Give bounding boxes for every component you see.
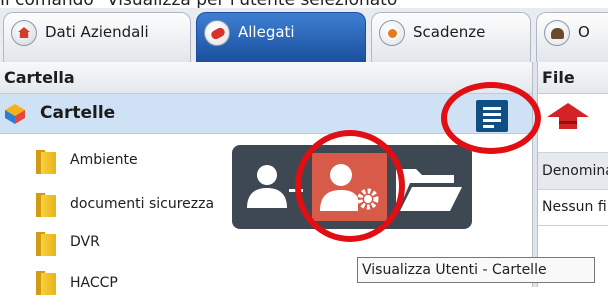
folder-icon — [36, 150, 56, 174]
clock-icon — [379, 20, 405, 46]
tab-people[interactable]: O — [536, 12, 608, 62]
people-icon — [544, 20, 570, 46]
file-panel-header: File — [538, 62, 608, 94]
folder-icon — [36, 193, 56, 217]
home-icon — [11, 20, 37, 46]
tree-item-documenti-sicurezza[interactable]: documenti sicurezza — [70, 196, 214, 212]
up-arrow-icon[interactable] — [545, 101, 591, 131]
tab-label: Dati Aziendali — [45, 23, 149, 41]
tab-bar: Dati Aziendali Allegati Scadenze O — [0, 8, 608, 63]
highlight-circle — [441, 82, 541, 154]
tree-item-ambiente[interactable]: Ambiente — [70, 152, 138, 168]
folder-icon — [36, 271, 56, 295]
tree-root-label: Cartelle — [40, 103, 116, 123]
tab-allegati[interactable]: Allegati — [196, 12, 366, 62]
folder-icon — [36, 232, 56, 256]
file-column-header[interactable]: Denominazione — [538, 152, 608, 190]
highlight-circle — [295, 130, 405, 242]
tree-item-dvr[interactable]: DVR — [70, 234, 100, 250]
tab-label: O — [578, 23, 590, 41]
file-empty-text: Nessun file — [538, 190, 608, 226]
tag-icon — [204, 20, 230, 46]
tooltip: Visualizza Utenti - Cartelle — [357, 257, 595, 283]
tab-dati-aziendali[interactable]: Dati Aziendali — [3, 12, 191, 62]
tab-label: Scadenze — [413, 23, 486, 41]
folder-tree-icon — [5, 104, 25, 124]
folder-panel-header: Cartella — [0, 62, 532, 94]
tree-item-haccp[interactable]: HACCP — [70, 275, 118, 291]
tab-scadenze[interactable]: Scadenze — [371, 12, 531, 62]
tab-label: Allegati — [238, 23, 295, 41]
